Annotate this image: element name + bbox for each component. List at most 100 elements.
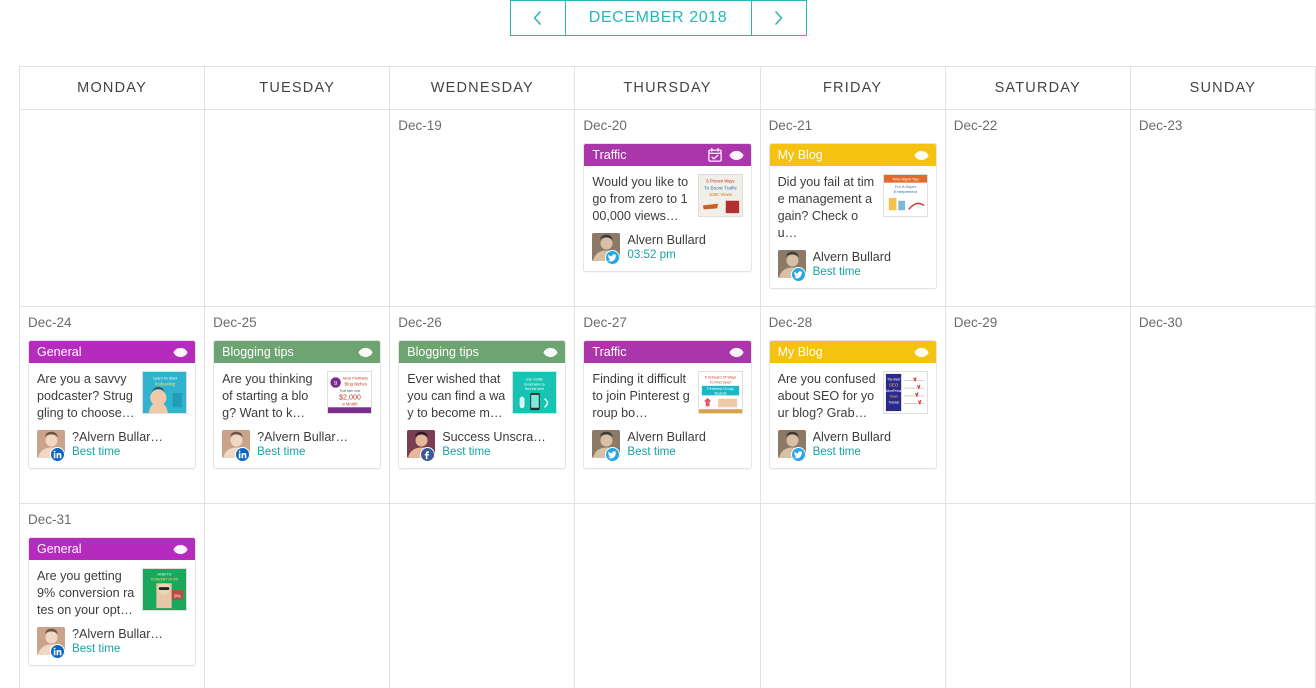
day-cell-dec-26[interactable]: Dec-26 Blogging tips Ever wished that you … (390, 307, 576, 504)
post-card[interactable]: General Are you a savvy podcaster? Strugg… (28, 340, 197, 469)
post-category-header: Traffic (584, 144, 751, 166)
post-card[interactable]: General Are you getting 9% conversion rat… (28, 537, 197, 666)
day-number-label (583, 512, 751, 528)
post-footer: Alvern Bullard Best time (584, 426, 750, 468)
post-time-label: Best time (442, 445, 491, 458)
weekday-header-friday: FRIDAY (760, 67, 946, 110)
post-author-name: Alvern Bullard (627, 430, 706, 444)
day-cell-dec-28[interactable]: Dec-28 My Blog Are you confused about SEO … (760, 307, 946, 504)
day-cell-dec-20[interactable]: Dec-20 Traffic Would you like to go from z… (575, 110, 761, 307)
svg-text:To Boost Traffic: To Boost Traffic (704, 185, 737, 191)
eye-icon[interactable] (729, 148, 744, 163)
post-text: Are you a savvy podcaster? Struggling to… (37, 372, 135, 420)
eye-icon[interactable] (173, 345, 188, 360)
post-category-label: My Blog (777, 148, 823, 162)
calendar-week-row: Dec-31 General Are you getting 9% conversi… (20, 504, 1316, 688)
post-category-label: Blogging tips (407, 345, 479, 359)
svg-text:find the best: find the best (526, 387, 545, 391)
calendar-check-icon[interactable] (708, 148, 723, 163)
eye-icon[interactable] (173, 542, 188, 557)
svg-text:Yoast: Yoast (889, 395, 897, 399)
day-number-label: Dec-30 (1138, 315, 1183, 330)
current-month-label: DECEMBER 2018 (588, 9, 728, 26)
post-time-label: Best time (257, 445, 306, 458)
weekday-header-sunday: SUNDAY (1130, 67, 1316, 110)
post-card[interactable]: My Blog Did you fail at time management a… (768, 143, 937, 289)
day-cell-dec-30[interactable]: Dec-30 (1130, 307, 1316, 504)
post-card[interactable]: Blogging tips Ever wished that you can fi… (398, 340, 567, 469)
day-cell-empty[interactable] (1130, 504, 1316, 688)
day-number-label: Dec-27 (583, 315, 627, 330)
post-meta: ?Alvern Bullar… Best time (72, 429, 187, 459)
day-cell-empty[interactable] (760, 504, 946, 688)
post-category-header: Blogging tips (399, 341, 566, 363)
day-cell-dec-27[interactable]: Dec-27 Traffic Finding it difficult to joi… (575, 307, 761, 504)
next-month-button[interactable] (750, 1, 806, 35)
weekday-header-thursday: THURSDAY (575, 67, 761, 110)
eye-icon[interactable] (543, 345, 558, 360)
day-cell-empty[interactable] (20, 110, 206, 307)
day-cell-empty[interactable] (945, 504, 1131, 688)
avatar (37, 627, 65, 659)
post-text: Did you fail at time management again? C… (777, 175, 875, 240)
post-meta: ?Alvern Bullar… Best time (72, 626, 187, 656)
day-cell-dec-29[interactable]: Dec-29 (945, 307, 1131, 504)
svg-text:WordPress: WordPress (885, 389, 901, 393)
post-text: Are you thinking of starting a blog? Wan… (222, 372, 313, 420)
post-card[interactable]: Traffic Would you like to go from zero to… (583, 143, 752, 272)
post-thumbnail-image: 9 Most Profitable Blog Niches That earn ove… (327, 371, 373, 414)
svg-text:9: 9 (334, 381, 337, 387)
post-category-label: General (37, 542, 82, 556)
day-cell-empty[interactable] (205, 504, 391, 688)
weekday-header-wednesday: WEDNESDAY (390, 67, 576, 110)
day-cell-dec-24[interactable]: Dec-24 General Are you a savvy podcaster? … (20, 307, 206, 504)
day-number-label (1139, 512, 1307, 528)
day-number-label: Dec-23 (1138, 118, 1183, 133)
eye-icon[interactable] (914, 148, 929, 163)
day-cell-empty[interactable] (205, 110, 391, 307)
weekday-header-tuesday: TUESDAY (205, 67, 391, 110)
previous-month-button[interactable] (510, 1, 566, 35)
post-body: Finding it difficult to join Pinterest g… (584, 363, 750, 426)
day-number-label: Dec-19 (398, 118, 442, 133)
day-number-label (398, 512, 566, 528)
avatar (592, 233, 621, 265)
day-cell-dec-22[interactable]: Dec-22 (945, 110, 1131, 307)
day-cell-dec-31[interactable]: Dec-31 General Are you getting 9% conversi… (20, 504, 206, 688)
post-meta: Alvern Bullard Best time (813, 429, 928, 459)
post-category-label: Blogging tips (222, 345, 294, 359)
day-number-label: Dec-31 (28, 512, 72, 527)
day-cell-dec-19[interactable]: Dec-19 (390, 110, 576, 307)
day-cell-empty[interactable] (575, 504, 761, 688)
post-time-label: Best time (812, 265, 861, 278)
day-number-label: Dec-22 (953, 118, 998, 133)
day-cell-dec-21[interactable]: Dec-21 My Blog Did you fail at time manage… (760, 110, 946, 307)
month-navigator-bar: DECEMBER 2018 (0, 0, 1316, 66)
day-number-label: Dec-20 (583, 118, 627, 133)
post-author-name: ?Alvern Bullar… (257, 430, 349, 444)
svg-text:CONVERT AT 9%: CONVERT AT 9% (151, 577, 178, 581)
eye-icon[interactable] (914, 345, 929, 360)
post-category-label: My Blog (777, 345, 823, 359)
day-number-label (28, 118, 196, 134)
post-thumbnail-image: Learn To Start Podcasting (142, 371, 188, 414)
calendar-grid: MONDAY TUESDAY WEDNESDAY THURSDAY FRIDAY SATU… (19, 66, 1316, 688)
day-cell-dec-23[interactable]: Dec-23 (1130, 110, 1316, 307)
post-category-label: Traffic (592, 345, 627, 359)
post-author-name: ?Alvern Bullar… (72, 430, 163, 444)
post-card[interactable]: Traffic Finding it difficult to join Pint… (583, 340, 752, 469)
facebook-badge-icon (420, 447, 436, 462)
day-cell-empty[interactable] (390, 504, 576, 688)
post-card[interactable]: Blogging tips Are you thinking of startin… (213, 340, 382, 469)
post-thumbnail-image: HOW TO CONVERT AT 9% 9% (142, 568, 188, 611)
eye-icon[interactable] (358, 345, 373, 360)
day-number-label: Dec-26 (398, 315, 442, 330)
post-time-label: Best time (627, 445, 676, 458)
day-cell-dec-25[interactable]: Dec-25 Blogging tips Are you thinking of s… (205, 307, 391, 504)
post-card[interactable]: My Blog Are you confused about SEO for yo… (768, 340, 937, 469)
svg-text:To Find Open: To Find Open (709, 380, 731, 384)
post-body: Would you like to go from zero to 100,00… (584, 166, 750, 229)
weekday-header-saturday: SATURDAY (945, 67, 1131, 110)
eye-icon[interactable] (729, 345, 744, 360)
avatar (777, 430, 806, 462)
